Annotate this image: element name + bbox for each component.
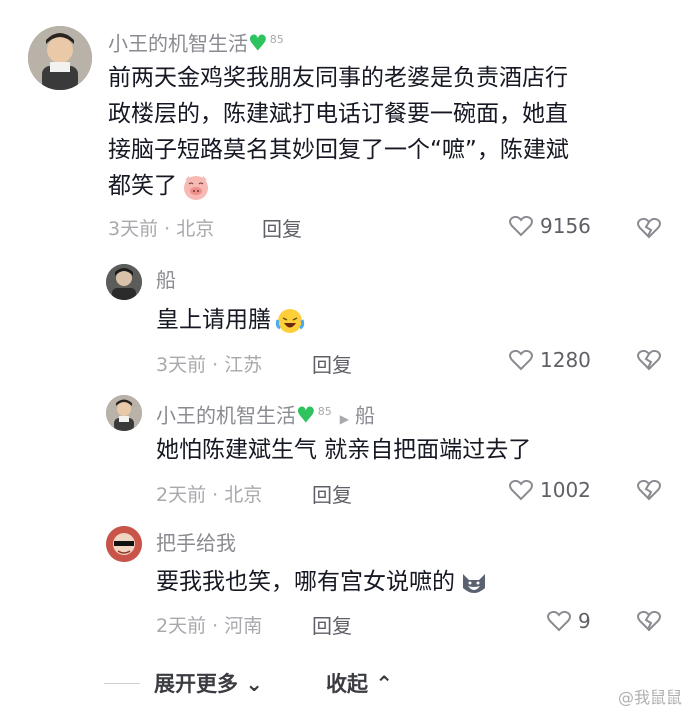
avatar[interactable] — [106, 526, 142, 562]
reply-text: 她怕陈建斌生气 就亲自把面端过去了 — [156, 437, 532, 463]
comment-meta: 3天前 · 北京 — [108, 218, 215, 240]
chevron-down-icon: ⌄ — [245, 672, 263, 696]
reply-meta: 3天前 · 江苏 — [156, 354, 263, 376]
like-button[interactable]: 1280 — [508, 348, 591, 372]
reply-button[interactable]: 回复 — [262, 213, 302, 242]
avatar[interactable] — [28, 26, 92, 90]
reply-button[interactable]: 回复 — [312, 610, 352, 639]
heart-outline-icon — [509, 215, 533, 237]
pig-emoji — [184, 175, 208, 200]
comment-username[interactable]: 小王的机智生活♥ 85 — [108, 26, 284, 59]
badge-level: 85 — [317, 405, 332, 418]
reply-username[interactable]: 船 — [156, 266, 176, 294]
reply-username[interactable]: 小王的机智生活♥ 85▶ 船 — [156, 398, 375, 433]
reply-meta: 2天前 · 河南 — [156, 615, 263, 637]
green-heart-icon: ♥ — [248, 31, 268, 57]
avatar[interactable] — [106, 395, 142, 431]
broken-heart-icon[interactable] — [636, 216, 662, 240]
reply-button[interactable]: 回复 — [312, 479, 352, 508]
like-count: 9 — [578, 609, 591, 633]
heart-outline-icon — [509, 479, 533, 501]
like-button[interactable]: 9 — [546, 609, 591, 633]
wolf-emoji — [463, 573, 485, 593]
avatar[interactable] — [106, 264, 142, 300]
reply-to-arrow-icon: ▶ — [339, 411, 349, 426]
reply-text: 皇上请用膳 — [156, 302, 305, 338]
broken-heart-icon[interactable] — [636, 478, 662, 502]
heart-outline-icon — [547, 610, 571, 632]
expand-more-button[interactable]: 展开更多 ⌄ — [154, 668, 263, 698]
green-heart-icon: ♥ — [296, 403, 316, 429]
reply-meta: 2天前 · 北京 — [156, 484, 263, 506]
like-count: 1280 — [540, 348, 591, 372]
badge-level: 85 — [269, 33, 284, 46]
heart-outline-icon — [509, 349, 533, 371]
laughing-crying-emoji — [275, 308, 305, 333]
comment-text: 前两天金鸡奖我朋友同事的老婆是负责酒店行 政楼层的，陈建斌打电话订餐要一碗面，她… — [108, 60, 668, 204]
like-button[interactable]: 1002 — [508, 478, 591, 502]
reply-username[interactable]: 把手给我 — [156, 529, 236, 557]
like-count: 1002 — [540, 478, 591, 502]
broken-heart-icon[interactable] — [636, 348, 662, 372]
divider — [104, 683, 140, 684]
reply-to-username[interactable]: 船 — [355, 404, 375, 428]
watermark: @我鼠鼠 — [617, 688, 682, 707]
chevron-up-icon: ⌃ — [375, 672, 393, 696]
reply-button[interactable]: 回复 — [312, 349, 352, 378]
collapse-button[interactable]: 收起 ⌃ — [326, 668, 393, 698]
broken-heart-icon[interactable] — [636, 609, 662, 633]
like-button[interactable]: 9156 — [508, 214, 591, 238]
reply-text: 要我我也笑，哪有宫女说嗻的 — [156, 564, 489, 600]
like-count: 9156 — [540, 214, 591, 238]
